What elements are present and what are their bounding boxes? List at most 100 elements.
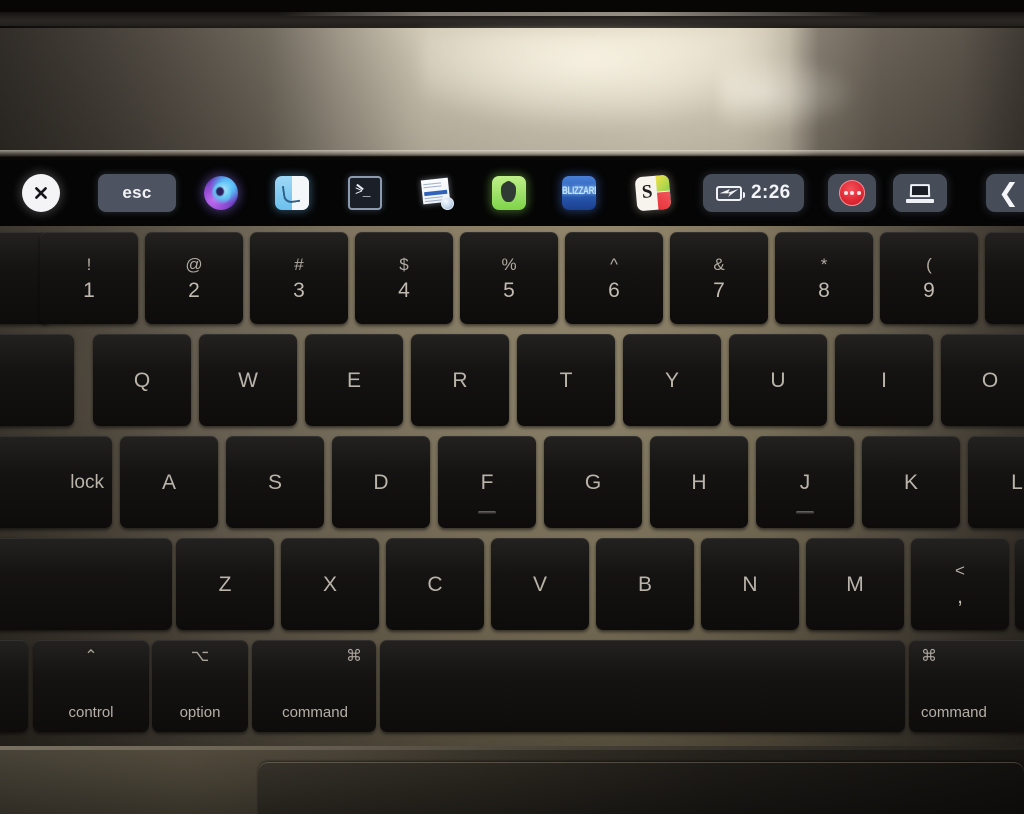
key-fn-partial[interactable] bbox=[0, 640, 28, 732]
key-i[interactable]: I bbox=[835, 334, 933, 426]
close-icon[interactable] bbox=[22, 174, 60, 212]
key-command-left[interactable]: ⌘ command bbox=[252, 640, 376, 732]
key-command-right[interactable]: ⌘ command bbox=[909, 640, 1024, 732]
key-3[interactable]: # 3 bbox=[250, 232, 348, 324]
key-legend-main: O bbox=[981, 368, 999, 392]
key-f[interactable]: F bbox=[438, 436, 536, 528]
key-r[interactable]: R bbox=[411, 334, 509, 426]
key-e[interactable]: E bbox=[305, 334, 403, 426]
key-legend-main: S bbox=[267, 470, 282, 494]
close-touchbar[interactable] bbox=[22, 174, 60, 212]
key-t[interactable]: T bbox=[517, 334, 615, 426]
key-legend-main: F bbox=[480, 470, 494, 494]
key-legend-shift: & bbox=[713, 254, 725, 274]
finder-icon[interactable] bbox=[275, 174, 309, 212]
key-legend-main: I bbox=[881, 368, 887, 392]
key-n[interactable]: N bbox=[701, 538, 799, 630]
key-s[interactable]: S bbox=[226, 436, 324, 528]
expand-control-strip[interactable]: ❮ bbox=[986, 174, 1024, 212]
top-case-edge bbox=[0, 150, 1024, 157]
key-u[interactable]: U bbox=[729, 334, 827, 426]
key-7[interactable]: & 7 bbox=[670, 232, 768, 324]
firefox-icon[interactable] bbox=[204, 174, 238, 212]
key-legend-main: 4 bbox=[398, 278, 410, 302]
key-legend-shift: # bbox=[294, 254, 304, 274]
key-tab-partial[interactable] bbox=[0, 334, 74, 426]
key-legend-shift: @ bbox=[185, 254, 203, 274]
key-0-partial[interactable] bbox=[985, 232, 1024, 324]
battery-charging-icon bbox=[716, 185, 745, 201]
key-period-partial[interactable] bbox=[1015, 538, 1024, 630]
key-legend-main: , bbox=[957, 584, 963, 608]
key-legend-main: 7 bbox=[713, 278, 725, 302]
key-z[interactable]: Z bbox=[176, 538, 274, 630]
key-legend-main: 1 bbox=[83, 278, 95, 302]
key-legend-main: Y bbox=[664, 368, 679, 392]
key-x[interactable]: X bbox=[281, 538, 379, 630]
key-legend-main: Q bbox=[133, 368, 151, 392]
shadow-left bbox=[0, 28, 430, 156]
key-legend-shift: ^ bbox=[610, 254, 618, 274]
key-d[interactable]: D bbox=[332, 436, 430, 528]
palm-rest-edge bbox=[0, 746, 1024, 750]
key-c[interactable]: C bbox=[386, 538, 484, 630]
key-legend-main: D bbox=[373, 470, 389, 494]
key-5[interactable]: % 5 bbox=[460, 232, 558, 324]
blizzard-wordmark: BLIZZARD bbox=[562, 184, 596, 197]
evernote-icon[interactable] bbox=[492, 174, 526, 212]
key-2[interactable]: @ 2 bbox=[145, 232, 243, 324]
key-l[interactable]: L bbox=[968, 436, 1024, 528]
key-caps-lock[interactable]: lock bbox=[0, 436, 112, 528]
key-option[interactable]: ⌥ option bbox=[152, 640, 248, 732]
key-legend-main: option bbox=[179, 704, 221, 721]
blizzard-icon[interactable]: BLIZZARD bbox=[562, 174, 596, 212]
macbook-photo: esc >_ BLIZZARD S 2:26 ❮ ! 1 @ 2 # 3 $ 4… bbox=[0, 0, 1024, 814]
key-control[interactable]: ⌃ control bbox=[33, 640, 149, 732]
key-legend-main: V bbox=[532, 572, 547, 596]
key-1[interactable]: ! 1 bbox=[40, 232, 138, 324]
key-legend-shift: ! bbox=[86, 254, 92, 274]
key-shift-left[interactable] bbox=[0, 538, 172, 630]
key-legend-main: control bbox=[68, 704, 114, 721]
key-8[interactable]: * 8 bbox=[775, 232, 873, 324]
key-9[interactable]: ( 9 bbox=[880, 232, 978, 324]
battery-time-pill[interactable]: 2:26 bbox=[703, 174, 804, 212]
touch-bar[interactable]: esc >_ BLIZZARD S 2:26 ❮ bbox=[0, 160, 1024, 226]
key-legend-main: M bbox=[846, 572, 864, 596]
snapchat-icon[interactable]: S bbox=[634, 174, 672, 212]
key-b[interactable]: B bbox=[596, 538, 694, 630]
control-symbol-icon: ⌃ bbox=[84, 648, 98, 665]
key-m[interactable]: M bbox=[806, 538, 904, 630]
keyboard-deck: ! 1 @ 2 # 3 $ 4 % 5 ^ 6 & 7 * 8 (9 Q W … bbox=[0, 226, 1024, 746]
display-pill[interactable] bbox=[893, 174, 947, 212]
key-g[interactable]: G bbox=[544, 436, 642, 528]
terminal-icon[interactable]: >_ bbox=[348, 174, 382, 212]
palm-rest bbox=[0, 746, 1024, 814]
command-symbol-icon: ⌘ bbox=[921, 648, 937, 665]
trackpad[interactable] bbox=[258, 762, 1024, 814]
key-6[interactable]: ^ 6 bbox=[565, 232, 663, 324]
key-legend-main: Z bbox=[218, 572, 232, 596]
key-q[interactable]: Q bbox=[93, 334, 191, 426]
key-legend-main: 2 bbox=[188, 278, 200, 302]
record-pill[interactable] bbox=[828, 174, 876, 212]
esc-label[interactable]: esc bbox=[98, 174, 176, 212]
key-v[interactable]: V bbox=[491, 538, 589, 630]
key-k[interactable]: K bbox=[862, 436, 960, 528]
esc-key-touchbar[interactable]: esc bbox=[98, 174, 176, 212]
preview-icon[interactable] bbox=[420, 174, 454, 212]
key-j[interactable]: J bbox=[756, 436, 854, 528]
key-y[interactable]: Y bbox=[623, 334, 721, 426]
key-legend-shift: < bbox=[955, 560, 965, 580]
terminal-prompt-glyph: >_ bbox=[355, 184, 371, 199]
key-a[interactable]: A bbox=[120, 436, 218, 528]
key-w[interactable]: W bbox=[199, 334, 297, 426]
key-legend-shift: % bbox=[501, 254, 517, 274]
option-symbol-icon: ⌥ bbox=[190, 648, 210, 665]
key-comma[interactable]: < , bbox=[911, 538, 1009, 630]
key-4[interactable]: $ 4 bbox=[355, 232, 453, 324]
key-h[interactable]: H bbox=[650, 436, 748, 528]
key-space[interactable] bbox=[380, 640, 905, 732]
key-o[interactable]: O bbox=[941, 334, 1024, 426]
key-legend-main: 9 bbox=[923, 278, 935, 302]
